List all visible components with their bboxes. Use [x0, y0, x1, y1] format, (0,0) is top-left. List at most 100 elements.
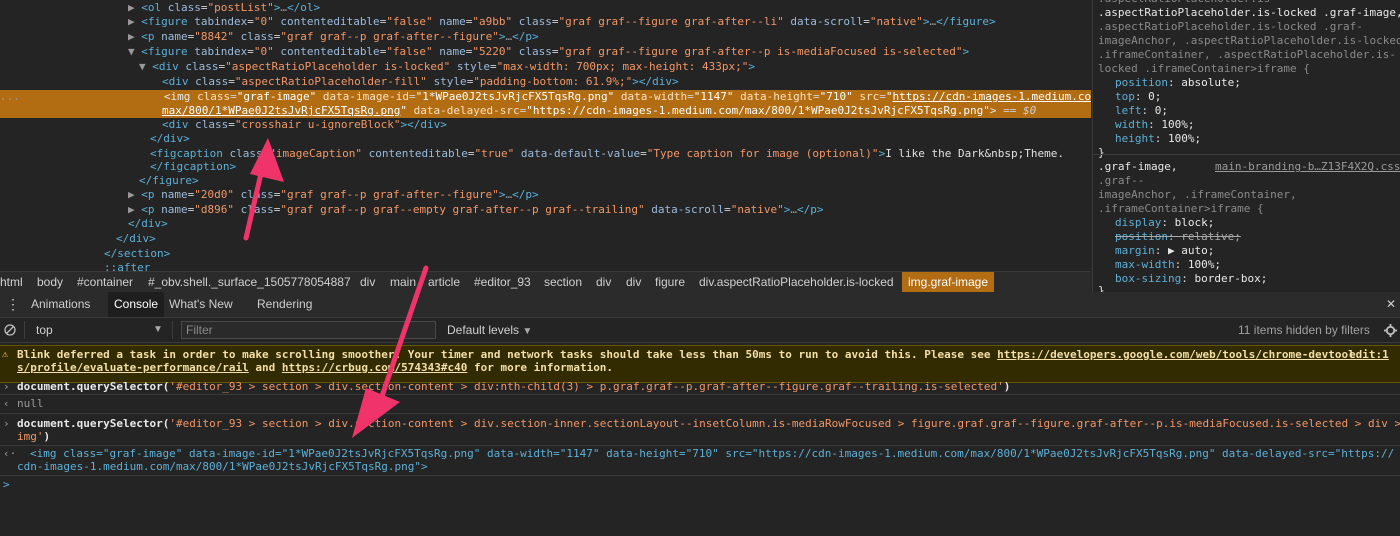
stylesheet-source-link[interactable]: main-branding-b…Z13F4X2Q.css	[1215, 160, 1400, 174]
breadcrumb-item-active[interactable]: img.graf-image	[902, 272, 995, 292]
warning-link[interactable]: s/profile/evaluate-performance/rail	[17, 361, 249, 374]
console-result-element[interactable]: <img class="graf-image" data-image-id="1…	[30, 447, 1394, 461]
tree-node-div-close-3[interactable]: </div>	[0, 232, 156, 246]
collapse-triangle-icon[interactable]: ▼	[139, 60, 146, 73]
style-selector-line: .aspectRatioPlaceholder.is-locked .graf-…	[1098, 6, 1400, 19]
hidden-items-count: 11 items hidden by filters	[1238, 323, 1370, 337]
elements-tree[interactable]: ▶ <ol class="postList">…</ol> ▶ <figure …	[0, 0, 1091, 271]
filter-input[interactable]: Filter	[181, 321, 436, 339]
style-declaration[interactable]: width: 100%;	[1115, 118, 1195, 132]
tree-node-figcaption-close[interactable]: </figcaption>	[0, 160, 236, 174]
style-declaration[interactable]: max-width: 100%;	[1115, 258, 1221, 272]
result-chevron-icon: ‹	[3, 397, 10, 410]
breadcrumb-item[interactable]: article	[428, 272, 460, 292]
console-result: null	[17, 397, 44, 410]
console-divider	[0, 445, 1400, 446]
close-drawer-icon[interactable]: ✕	[1386, 292, 1396, 317]
tree-node-figure-a9bb[interactable]: ▶ <figure tabindex="0" contenteditable="…	[0, 15, 996, 29]
chevron-down-icon: ▼	[522, 326, 533, 337]
breadcrumb-item[interactable]: body	[37, 272, 63, 292]
style-selector-line: locked .iframeContainer>iframe {	[1098, 62, 1310, 75]
warning-text-cont: s/profile/evaluate-performance/rail and …	[17, 361, 614, 374]
breadcrumb-item[interactable]: div.aspectRatioPlaceholder.is-locked	[699, 272, 894, 292]
tree-node-figcaption[interactable]: <figcaption class="imageCaption" content…	[0, 147, 1064, 161]
chevron-down-icon[interactable]: ▼	[153, 321, 163, 339]
input-chevron-icon: ›	[3, 417, 10, 430]
breadcrumb: html body #container #_obv.shell._surfac…	[0, 271, 1091, 293]
tree-node-div-close[interactable]: </div>	[0, 132, 190, 146]
console-result-element-cont[interactable]: cdn-images-1.medium.com/max/800/1*WPae0J…	[17, 460, 428, 474]
expand-triangle-icon[interactable]: ▶	[128, 15, 135, 28]
style-declaration[interactable]: display: block;	[1115, 216, 1214, 230]
collapse-triangle-icon[interactable]: ▼	[128, 45, 135, 58]
warning-icon: ⚠	[2, 349, 9, 360]
rule-close-brace: }	[1098, 146, 1105, 159]
style-declaration[interactable]: margin: ▶ auto;	[1115, 244, 1214, 258]
toolbar-divider	[172, 321, 173, 339]
log-levels-dropdown[interactable]: Default levels ▼	[447, 321, 532, 339]
tree-node-p-d896[interactable]: ▶ <p name="d896" class="graf graf--p gra…	[0, 203, 823, 217]
input-chevron-icon: ›	[3, 380, 10, 393]
tree-node-img-selected[interactable]: ... <img class="graf-image" data-image-id…	[0, 90, 1091, 104]
style-declaration[interactable]: top: 0;	[1115, 90, 1161, 104]
clear-console-icon[interactable]	[4, 321, 16, 339]
breadcrumb-item[interactable]: #_obv.shell._surface_1505778054887	[148, 272, 351, 292]
style-selector-line: .graf-image,	[1098, 160, 1178, 173]
breadcrumb-item[interactable]: main	[390, 272, 416, 292]
tree-node-p-8842[interactable]: ▶ <p name="8842" class="graf graf--p gra…	[0, 30, 539, 44]
expand-triangle-icon[interactable]: ▶	[128, 188, 135, 201]
warning-link[interactable]: https://developers.google.com/web/tools/…	[997, 348, 1355, 361]
breadcrumb-item[interactable]: figure	[655, 272, 685, 292]
breadcrumb-item[interactable]: #editor_93	[474, 272, 531, 292]
style-selector-line: .aspectRatioPlaceholder.is-locked .graf-	[1098, 20, 1363, 33]
console-command[interactable]: document.querySelector('#editor_93 > sec…	[17, 417, 1400, 431]
tree-node-fill-div[interactable]: <div class="aspectRatioPlaceholder-fill"…	[0, 75, 679, 89]
tree-node-after[interactable]: ::after	[0, 261, 150, 271]
breadcrumb-item[interactable]: div	[360, 272, 375, 292]
tree-node-figure-close[interactable]: </figure>	[0, 174, 199, 188]
tab-console[interactable]: Console	[108, 292, 165, 317]
breadcrumb-item[interactable]: div	[626, 272, 641, 292]
styles-pane[interactable]: .aspectRatioPlaceholder.is- .aspectRatio…	[1092, 0, 1400, 296]
breadcrumb-item[interactable]: #container	[77, 272, 133, 292]
breadcrumb-item[interactable]: html	[0, 272, 23, 292]
style-declaration-overridden[interactable]: position: relative;	[1115, 230, 1241, 244]
tree-node-ol[interactable]: ▶ <ol class="postList">…</ol>	[0, 1, 320, 15]
drawer-menu-icon[interactable]: ⋮	[6, 292, 20, 317]
drawer-tabbar: ⋮ Animations Console What's New Renderin…	[0, 292, 1400, 318]
style-selector-line: imageAnchor, .iframeContainer,	[1098, 188, 1297, 201]
style-declaration[interactable]: left: 0;	[1115, 104, 1168, 118]
tree-node-div-close-2[interactable]: </div>	[0, 217, 168, 231]
tree-node-img-selected-cont[interactable]: max/800/1*WPae0J2tsJvRjcFX5TqsRg.png" da…	[0, 104, 1091, 118]
tree-node-p-20d0[interactable]: ▶ <p name="20d0" class="graf graf--p gra…	[0, 188, 539, 202]
tree-node-figure-5220[interactable]: ▼ <figure tabindex="0" contenteditable="…	[0, 45, 969, 59]
style-selector-line: .iframeContainer, .aspectRatioPlaceholde…	[1098, 48, 1397, 61]
warning-source-link[interactable]: edit:1	[1349, 348, 1389, 362]
style-declaration[interactable]: position: absolute;	[1115, 76, 1241, 90]
warning-text: Blink deferred a task in order to make s…	[17, 348, 1355, 361]
tab-animations[interactable]: Animations	[31, 292, 90, 317]
breadcrumb-item[interactable]: div	[596, 272, 611, 292]
console-divider	[0, 475, 1400, 476]
style-declaration[interactable]: height: 100%;	[1115, 132, 1201, 146]
tab-rendering[interactable]: Rendering	[257, 292, 312, 317]
expand-triangle-icon[interactable]: ▶	[128, 30, 135, 43]
selected-marker: ...	[0, 90, 20, 103]
tree-node-aspect-div[interactable]: ▼ <div class="aspectRatioPlaceholder is-…	[0, 60, 755, 74]
breadcrumb-item[interactable]: section	[544, 272, 582, 292]
tab-whats-new[interactable]: What's New	[169, 292, 233, 317]
console-command-cont[interactable]: img')	[17, 430, 50, 444]
warning-link[interactable]: https://crbug.com/574343#c40	[282, 361, 467, 374]
tree-node-section-close[interactable]: </section>	[0, 247, 170, 261]
toolbar-divider	[24, 321, 25, 339]
context-selector[interactable]: top	[36, 321, 53, 339]
console-command[interactable]: document.querySelector('#editor_93 > sec…	[17, 380, 1010, 394]
console-prompt[interactable]: >	[3, 478, 10, 492]
expand-triangle-icon[interactable]: ▶	[128, 1, 135, 14]
settings-gear-icon[interactable]	[1384, 321, 1398, 339]
style-declaration[interactable]: box-sizing: border-box;	[1115, 272, 1267, 286]
expand-triangle-icon[interactable]: ▶	[128, 203, 135, 216]
console-output[interactable]: ⚠ Blink deferred a task in order to make…	[0, 343, 1400, 536]
tree-node-crosshair[interactable]: <div class="crosshair u-ignoreBlock"></d…	[0, 118, 447, 132]
rule-divider	[1093, 154, 1400, 155]
